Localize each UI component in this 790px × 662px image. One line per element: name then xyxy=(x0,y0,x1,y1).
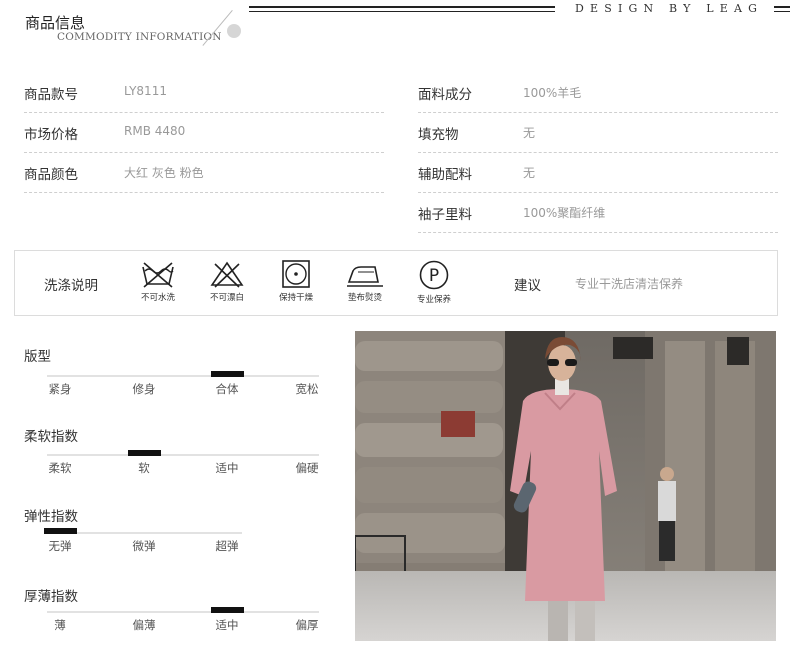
spec-label: 面料成分 xyxy=(418,87,472,103)
wash-icon-group: 不可水洗 xyxy=(133,260,183,303)
iron-with-cloth-icon xyxy=(347,266,383,287)
scale-option: 修身 xyxy=(132,382,156,396)
scale-title: 厚薄指数 xyxy=(24,589,78,605)
no-bleach-icon xyxy=(210,261,244,288)
spec-value: 大红 灰色 粉色 xyxy=(124,166,204,180)
scale-track xyxy=(47,454,319,456)
scale-marker xyxy=(44,528,77,534)
scale-track xyxy=(47,375,319,377)
spec-row-fabric: 面料成分 100%羊毛 xyxy=(418,73,778,113)
iron-icon-group: 垫布熨烫 xyxy=(340,260,390,303)
scale-option: 微弹 xyxy=(132,539,156,553)
iron-caption: 垫布熨烫 xyxy=(347,293,382,303)
spec-label: 辅助配料 xyxy=(418,167,472,183)
scale-option: 合体 xyxy=(215,382,239,396)
scale-option: 柔软 xyxy=(48,461,72,475)
spec-label: 填充物 xyxy=(418,127,459,143)
spec-label: 商品款号 xyxy=(24,87,78,103)
spec-row-price: 市场价格 RMB 4480 xyxy=(24,113,384,153)
scale-option: 薄 xyxy=(54,618,66,632)
header-rule-right xyxy=(774,6,790,8)
professional-caption: 专业保养 xyxy=(416,295,451,305)
scale-option: 紧身 xyxy=(48,382,72,396)
spec-row-filling: 填充物 无 xyxy=(418,113,778,153)
scale-marker xyxy=(211,371,244,377)
advice-value: 专业干洗店清洁保养 xyxy=(575,277,684,291)
header-rule-thin xyxy=(249,11,555,12)
bleach-icon-group: 不可漂白 xyxy=(202,260,252,303)
header-rule xyxy=(249,6,555,8)
spec-row-sleeve-lining: 袖子里料 100%聚酯纤维 xyxy=(418,193,778,233)
header-rule-right-thin xyxy=(774,11,790,12)
spec-value: 100%聚酯纤维 xyxy=(523,206,606,220)
tumble-dry-icon xyxy=(282,260,310,288)
scale-option: 无弹 xyxy=(48,539,72,553)
scale-option: 超弹 xyxy=(215,539,239,553)
scale-option: 适中 xyxy=(215,618,239,632)
scale-title: 版型 xyxy=(24,349,51,365)
spec-row-colors: 商品颜色 大红 灰色 粉色 xyxy=(24,153,384,193)
svg-text:P: P xyxy=(429,266,439,286)
dry-caption: 保持干燥 xyxy=(278,293,313,303)
scale-option: 适中 xyxy=(215,461,239,475)
spec-value: 无 xyxy=(523,126,536,140)
scale-option: 宽松 xyxy=(295,382,319,396)
product-photo xyxy=(355,331,776,641)
spec-row-accessories: 辅助配料 无 xyxy=(418,153,778,193)
no-wash-icon xyxy=(142,262,174,288)
spec-value: LY8111 xyxy=(124,84,167,98)
scale-marker xyxy=(211,607,244,613)
product-photo-illustration xyxy=(355,331,776,641)
professional-icon-group: P 专业保养 xyxy=(409,260,459,305)
spec-value: RMB 4480 xyxy=(124,124,186,138)
bleach-caption: 不可漂白 xyxy=(209,293,244,303)
washing-instructions-box: 洗涤说明 不可水洗 不可漂白 保持干燥 垫布熨烫 P 专业保养 建议 专业干洗店… xyxy=(14,250,778,316)
wash-caption: 不可水洗 xyxy=(140,293,175,303)
spec-value: 100%羊毛 xyxy=(523,86,582,100)
spec-value: 无 xyxy=(523,166,536,180)
spec-label: 商品颜色 xyxy=(24,167,78,183)
scale-track xyxy=(47,611,319,613)
spec-label: 袖子里料 xyxy=(418,207,472,223)
section-title: 商品信息 xyxy=(25,14,86,32)
section-subtitle: COMMODITY INFORMATION xyxy=(57,31,222,43)
scale-marker xyxy=(128,450,161,456)
dry-icon-group: 保持干燥 xyxy=(271,260,321,303)
scale-option: 偏薄 xyxy=(132,618,156,632)
spec-row-style-number: 商品款号 LY8111 xyxy=(24,73,384,113)
scale-title: 弹性指数 xyxy=(24,509,78,525)
decorative-circle-icon xyxy=(227,24,241,38)
brand-tagline: DESIGN BY LEAG xyxy=(575,2,764,15)
professional-clean-icon: P xyxy=(419,260,449,290)
scale-option: 偏厚 xyxy=(295,618,319,632)
scale-title: 柔软指数 xyxy=(24,429,78,445)
scale-option: 软 xyxy=(138,461,150,475)
spec-label: 市场价格 xyxy=(24,127,78,143)
scale-option: 偏硬 xyxy=(295,461,319,475)
washing-label: 洗涤说明 xyxy=(44,278,98,294)
advice-label: 建议 xyxy=(514,278,541,294)
